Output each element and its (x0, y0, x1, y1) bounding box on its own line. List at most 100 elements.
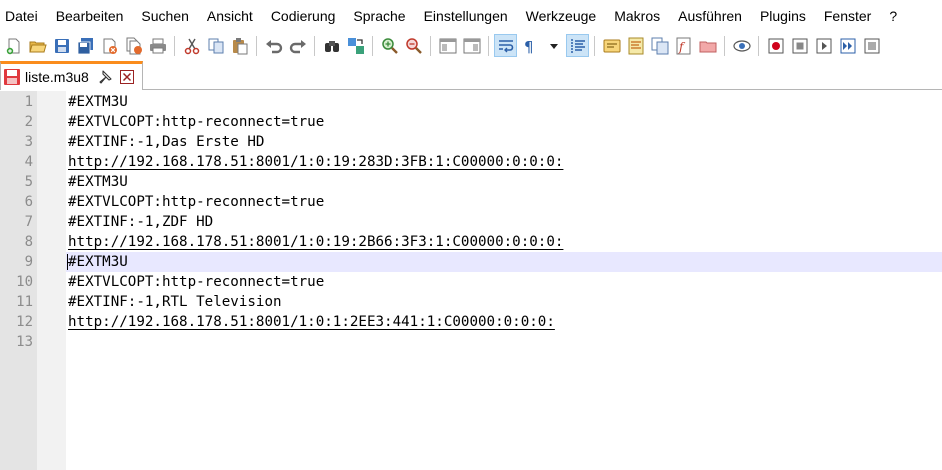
replace-icon[interactable] (344, 34, 367, 57)
open-file-icon[interactable] (26, 34, 49, 57)
editor-line[interactable]: #EXTVLCOPT:http-reconnect=true 6 (0, 192, 942, 212)
line-content-area[interactable]: http://192.168.178.51:8001/1:0:19:283D:3… (66, 152, 942, 172)
play-macro-icon[interactable] (812, 34, 835, 57)
save-macro-icon[interactable] (860, 34, 883, 57)
toolbar-separator (724, 35, 725, 56)
line-text[interactable]: #EXTM3U (68, 92, 128, 112)
editor-line[interactable]: #EXTM3U 9 (0, 252, 942, 272)
menu-datei[interactable]: Datei (0, 0, 47, 33)
menu-werkzeuge[interactable]: Werkzeuge (517, 0, 606, 33)
editor-line[interactable]: #EXTINF:-1,RTL Television 11 (0, 292, 942, 312)
line-text[interactable]: #EXTVLCOPT:http-reconnect=true (68, 272, 324, 292)
menu-plugins[interactable]: Plugins (751, 0, 815, 33)
line-text[interactable]: #EXTM3U (68, 172, 128, 192)
pin-icon[interactable] (97, 69, 113, 85)
record-macro-icon[interactable] (764, 34, 787, 57)
menu-codierung[interactable]: Codierung (262, 0, 345, 33)
stop-recording-icon[interactable] (788, 34, 811, 57)
function-list-icon[interactable] (648, 34, 671, 57)
indent-guide-icon[interactable] (566, 34, 589, 57)
line-text[interactable]: #EXTVLCOPT:http-reconnect=true (68, 192, 324, 212)
line-number: 11 (16, 294, 33, 310)
menu-ansicht[interactable]: Ansicht (198, 0, 262, 33)
word-wrap-icon[interactable] (494, 34, 517, 57)
line-number: 13 (16, 334, 33, 350)
zoom-in-icon[interactable] (378, 34, 401, 57)
line-content-area[interactable]: #EXTM3U (66, 252, 942, 272)
toolbar-separator (430, 35, 431, 56)
monitoring-icon[interactable] (730, 34, 753, 57)
cut-icon[interactable] (180, 34, 203, 57)
dropdown-icon[interactable] (542, 34, 565, 57)
editor-line[interactable]: #EXTVLCOPT:http-reconnect=true 10 (0, 272, 942, 292)
menu-makros[interactable]: Makros (605, 0, 669, 33)
zoom-out-icon[interactable] (402, 34, 425, 57)
run-macro-multiple-icon[interactable] (836, 34, 859, 57)
editor-line[interactable]: http://192.168.178.51:8001/1:0:1:2EE3:44… (0, 312, 942, 332)
line-content-area[interactable]: #EXTINF:-1,RTL Television (66, 292, 942, 312)
user-defined-language-icon[interactable] (600, 34, 623, 57)
line-content-area[interactable]: #EXTVLCOPT:http-reconnect=true (66, 272, 942, 292)
line-text[interactable]: http://192.168.178.51:8001/1:0:19:2B66:3… (68, 232, 563, 252)
line-content-area[interactable]: #EXTM3U (66, 172, 942, 192)
editor-line[interactable]: #EXTVLCOPT:http-reconnect=true 2 (0, 112, 942, 132)
tab-liste-m3u8[interactable]: liste.m3u8 (0, 61, 143, 90)
new-file-icon[interactable] (2, 34, 25, 57)
text-editor[interactable]: #EXTM3U 1 #EXTVLCOPT:http-reconnect=true 2 #… (0, 91, 942, 470)
close-tab-icon[interactable] (119, 70, 134, 84)
editor-line[interactable]: http://192.168.178.51:8001/1:0:19:2B66:3… (0, 232, 942, 252)
sync-vertical-icon[interactable] (436, 34, 459, 57)
editor-line[interactable]: #EXTINF:-1,ZDF HD 7 (0, 212, 942, 232)
paste-icon[interactable] (228, 34, 251, 57)
line-number: 4 (24, 154, 33, 170)
sync-horizontal-icon[interactable] (460, 34, 483, 57)
menu-ausfuehren[interactable]: Ausführen (669, 0, 751, 33)
copy-icon[interactable] (204, 34, 227, 57)
line-text[interactable]: #EXTM3U (68, 252, 128, 272)
line-content-area[interactable]: #EXTINF:-1,Das Erste HD (66, 132, 942, 152)
document-map-icon[interactable] (624, 34, 647, 57)
menu-bearbeiten[interactable]: Bearbeiten (47, 0, 133, 33)
line-content-area[interactable]: #EXTINF:-1,ZDF HD (66, 212, 942, 232)
line-text[interactable]: #EXTINF:-1,ZDF HD (68, 212, 213, 232)
save-icon[interactable] (50, 34, 73, 57)
line-number: 9 (24, 254, 33, 270)
undo-icon[interactable] (262, 34, 285, 57)
line-text[interactable]: #EXTINF:-1,RTL Television (68, 292, 282, 312)
toolbar-separator (256, 35, 257, 56)
line-content-area[interactable]: #EXTVLCOPT:http-reconnect=true (66, 112, 942, 132)
show-all-characters-icon[interactable]: ¶ (518, 34, 541, 57)
close-all-icon[interactable] (122, 34, 145, 57)
close-icon[interactable] (98, 34, 121, 57)
line-content-area[interactable]: #EXTVLCOPT:http-reconnect=true (66, 192, 942, 212)
toolbar: ¶ f (0, 33, 942, 58)
document-list-icon[interactable] (696, 34, 719, 57)
editor-line[interactable]: http://192.168.178.51:8001/1:0:19:283D:3… (0, 152, 942, 172)
line-text[interactable]: #EXTVLCOPT:http-reconnect=true (68, 112, 324, 132)
line-text[interactable]: http://192.168.178.51:8001/1:0:19:283D:3… (68, 152, 563, 172)
line-content-area[interactable] (66, 332, 942, 352)
line-text[interactable]: http://192.168.178.51:8001/1:0:1:2EE3:44… (68, 312, 555, 332)
find-icon[interactable] (320, 34, 343, 57)
unsaved-file-icon (4, 69, 20, 85)
editor-line[interactable]: #EXTM3U 5 (0, 172, 942, 192)
menu-fenster[interactable]: Fenster (815, 0, 880, 33)
line-content-area[interactable]: http://192.168.178.51:8001/1:0:1:2EE3:44… (66, 312, 942, 332)
folder-as-workspace-icon[interactable]: f (672, 34, 695, 57)
tab-bar: liste.m3u8 (0, 58, 942, 90)
editor-line[interactable]: #EXTINF:-1,Das Erste HD 3 (0, 132, 942, 152)
print-icon[interactable] (146, 34, 169, 57)
editor-line[interactable]: #EXTM3U 1 (0, 92, 942, 112)
menu-einstellungen[interactable]: Einstellungen (415, 0, 517, 33)
line-content-area[interactable]: #EXTM3U (66, 92, 942, 112)
menu-suchen[interactable]: Suchen (132, 0, 197, 33)
menu-sprache[interactable]: Sprache (344, 0, 414, 33)
editor-line[interactable]: 13 (0, 332, 942, 352)
line-number: 8 (24, 234, 33, 250)
toolbar-separator (314, 35, 315, 56)
save-all-icon[interactable] (74, 34, 97, 57)
redo-icon[interactable] (286, 34, 309, 57)
menu-help[interactable]: ? (880, 0, 906, 33)
line-text[interactable]: #EXTINF:-1,Das Erste HD (68, 132, 264, 152)
line-content-area[interactable]: http://192.168.178.51:8001/1:0:19:2B66:3… (66, 232, 942, 252)
